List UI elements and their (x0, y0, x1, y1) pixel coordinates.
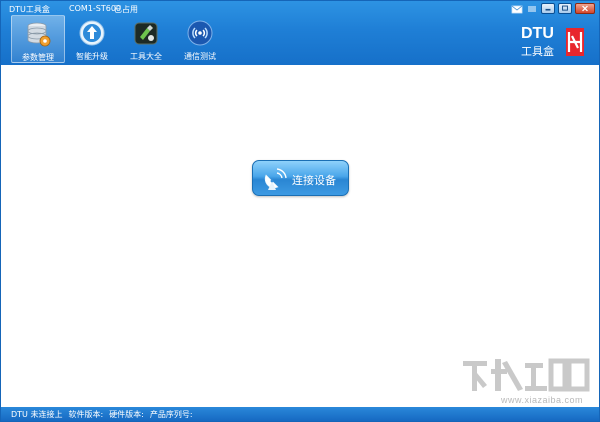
mail-icon[interactable] (511, 4, 523, 14)
software-version: 软件版本: (68, 409, 104, 419)
window-controls (511, 3, 595, 14)
toolbar: 参数管理 智能升级 工具大全 通信测试 (11, 15, 227, 63)
brand-logo: DTU 工具盒 (521, 25, 585, 59)
toolbar-label: 工具大全 (130, 52, 162, 61)
database-icon (24, 20, 52, 48)
brand-line2: 工具盒 (521, 45, 554, 58)
port-status: 已占用 (114, 5, 138, 14)
main-content: 连接设备 www.xiazaiba.com (1, 65, 599, 407)
brand-line1: DTU (521, 25, 554, 42)
toolbar-label: 通信测试 (184, 52, 216, 61)
menu-icon[interactable] (526, 4, 538, 14)
hardware-version: 硬件版本: (109, 409, 144, 419)
serial-number: 产品序列号: (149, 409, 193, 419)
connect-device-label: 连接设备 (292, 174, 336, 187)
minimize-button[interactable] (541, 3, 555, 14)
app-window: DTU工具盒 COM1-ST600 已占用 参数管理 智能升级 工具大全 通信测… (0, 0, 600, 422)
status-bar: DTU 未连接上 软件版本: 硬件版本: 产品序列号: (1, 407, 599, 421)
connection-status: DTU 未连接上 (11, 409, 63, 419)
close-button[interactable] (575, 3, 595, 14)
satellite-dish-icon (260, 165, 290, 193)
watermark-url: www.xiazaiba.com (501, 395, 584, 405)
toolbar-label: 参数管理 (22, 53, 54, 62)
app-title: DTU工具盒 (9, 5, 50, 14)
toolbar-communication-test[interactable]: 通信测试 (173, 15, 227, 63)
watermark-logo-icon (463, 358, 590, 392)
header: DTU工具盒 COM1-ST600 已占用 参数管理 智能升级 工具大全 通信测… (1, 1, 599, 65)
upgrade-arrow-icon (78, 19, 106, 47)
watermark: www.xiazaiba.com (461, 355, 591, 405)
signal-test-icon (186, 19, 214, 47)
maximize-button[interactable] (558, 3, 572, 14)
brand-mark-icon (565, 27, 585, 57)
toolbar-parameter-management[interactable]: 参数管理 (11, 15, 65, 63)
toolbar-toolbox[interactable]: 工具大全 (119, 15, 173, 63)
connect-device-button[interactable]: 连接设备 (252, 160, 349, 196)
toolbox-icon (132, 19, 160, 47)
toolbar-smart-upgrade[interactable]: 智能升级 (65, 15, 119, 63)
toolbar-label: 智能升级 (76, 52, 108, 61)
